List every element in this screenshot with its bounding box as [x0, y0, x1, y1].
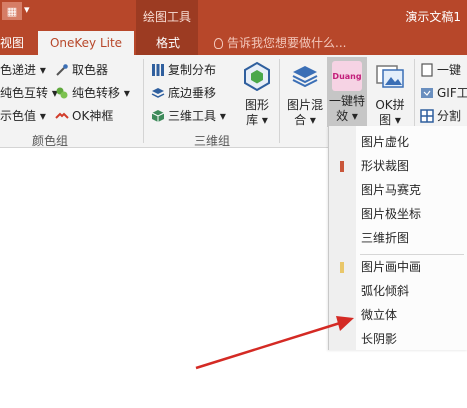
- solid-color-transfer-button[interactable]: 纯色转移 ▾: [55, 83, 130, 103]
- grid-icon[interactable]: ▦: [2, 2, 22, 20]
- menu-item-shape-crop[interactable]: 形状裁图: [329, 154, 467, 178]
- color-group-label: 颜色组: [32, 134, 69, 148]
- menu-item-3d-fold[interactable]: 三维折图: [329, 226, 467, 250]
- tab-onekey-lite[interactable]: OneKey Lite: [38, 31, 134, 55]
- shape-library-label-line1: 图形: [244, 98, 269, 112]
- copy-distribute-label: 复制分布: [168, 63, 217, 77]
- ok-frame-icon: [55, 112, 69, 119]
- menu-item-label: 弧化倾斜: [361, 284, 410, 298]
- ok-collage-button[interactable]: OK拼 图 ▾: [370, 59, 410, 128]
- menu-item-picture-in-picture[interactable]: 图片画中画: [329, 255, 467, 279]
- onekey-right-button[interactable]: 一键: [420, 60, 461, 80]
- red-marker-icon: [340, 161, 344, 172]
- shape-library-button[interactable]: 图形 库 ▾: [238, 59, 276, 128]
- image-mix-label-line2: 合 ▾: [294, 113, 316, 127]
- 3d-tools-label: 三维工具 ▾: [168, 109, 226, 123]
- window-title: 演示文稿1: [405, 10, 461, 24]
- hexagon-icon: [244, 61, 270, 92]
- yellow-marker-icon: [340, 262, 344, 273]
- image-mix-label-line1: 图片混: [286, 98, 323, 112]
- tab-format[interactable]: 格式: [146, 31, 190, 55]
- image-mix-button[interactable]: 图片混 合 ▾: [284, 59, 326, 128]
- menu-item-label: 图片极坐标: [361, 207, 422, 221]
- menu-item-image-polar[interactable]: 图片极坐标: [329, 202, 467, 226]
- menu-item-label: 三维折图: [361, 231, 410, 245]
- stack-layers-icon: [151, 88, 165, 98]
- show-color-value-button[interactable]: 示色值 ▾: [0, 106, 46, 126]
- menu-item-image-blur[interactable]: 图片虚化: [329, 130, 467, 154]
- gif-icon: [421, 88, 433, 98]
- onekey-effect-dropdown-menu: 图片虚化 形状裁图 图片马赛克 图片极坐标 三维折图 图片画中画 弧化倾斜 微立…: [328, 126, 467, 350]
- duang-icon: Duang: [332, 61, 362, 91]
- color-gradient-label: 色递进 ▾: [0, 63, 46, 77]
- drawing-tools-title: 绘图工具: [142, 10, 191, 24]
- tell-me-search[interactable]: 告诉我您想要做什么...: [214, 31, 346, 55]
- cube-icon: [151, 110, 165, 122]
- copy-distribute-icon: [152, 64, 164, 76]
- qat-grid-glyph: ▦: [6, 4, 18, 18]
- split-button[interactable]: 分割: [420, 106, 461, 126]
- menu-item-label: 长阴影: [361, 332, 398, 346]
- eyedropper-icon: [56, 64, 68, 76]
- document-icon: [421, 63, 433, 77]
- color-picker-label: 取色器: [72, 63, 109, 77]
- menu-item-label: 形状裁图: [361, 159, 410, 173]
- ok-frame-label: OK神框: [72, 109, 114, 123]
- 3d-tools-button[interactable]: 三维工具 ▾: [151, 106, 226, 126]
- onekey-effect-button[interactable]: Duang 一键特 效 ▾: [327, 57, 367, 127]
- color-blobs-icon: [56, 87, 68, 99]
- gif-tool-label: GIF工: [437, 86, 467, 100]
- ok-collage-label-line1: OK拼: [375, 98, 405, 112]
- group-separator: [143, 59, 144, 143]
- menu-item-label: 微立体: [361, 308, 398, 322]
- menu-item-image-mosaic[interactable]: 图片马赛克: [329, 178, 467, 202]
- show-color-value-label: 示色值 ▾: [0, 109, 46, 123]
- title-bar: ▦ ▾ 绘图工具 演示文稿1 视图 OneKey Lite 格式 告诉我您想要做…: [0, 0, 467, 55]
- bottom-edge-shift-label: 底边垂移: [168, 86, 217, 100]
- arrow-shaft: [195, 321, 341, 370]
- chevron-down-icon[interactable]: ▾: [24, 3, 30, 16]
- split-label: 分割: [437, 109, 462, 123]
- solid-color-transfer-label: 纯色转移 ▾: [72, 86, 130, 100]
- shape-library-label-line2: 库 ▾: [246, 113, 268, 127]
- menu-item-long-shadow[interactable]: 长阴影: [329, 327, 467, 351]
- group-separator: [279, 59, 280, 143]
- layers-icon: [292, 66, 318, 88]
- bottom-edge-shift-button[interactable]: 底边垂移: [151, 83, 216, 103]
- menu-item-label: 图片马赛克: [361, 183, 422, 197]
- color-gradient-button[interactable]: 色递进 ▾: [0, 60, 46, 80]
- menu-item-label: 图片画中画: [361, 260, 422, 274]
- tell-me-placeholder: 告诉我您想要做什么...: [227, 36, 347, 50]
- menu-item-label: 图片虚化: [361, 135, 410, 149]
- lightbulb-icon: [214, 37, 223, 49]
- duang-badge: Duang: [332, 71, 362, 81]
- tab-view[interactable]: 视图: [0, 31, 24, 55]
- menu-item-arc-tilt[interactable]: 弧化倾斜: [329, 279, 467, 303]
- gif-tool-button[interactable]: GIF工: [420, 83, 467, 103]
- onekey-effect-label-line1: 一键特: [328, 94, 365, 108]
- color-picker-button[interactable]: 取色器: [55, 60, 108, 80]
- ok-frame-button[interactable]: OK神框: [55, 106, 113, 126]
- split-grid-icon: [420, 109, 434, 123]
- image-collage-icon: [376, 65, 404, 88]
- solid-color-swap-label: 纯色互转 ▾: [0, 86, 58, 100]
- 3d-group-label: 三维组: [194, 134, 231, 148]
- onekey-right-label: 一键: [437, 63, 462, 77]
- solid-color-swap-button[interactable]: 纯色互转 ▾: [0, 83, 58, 103]
- onekey-effect-label-line2: 效 ▾: [336, 109, 358, 123]
- copy-distribute-button[interactable]: 复制分布: [151, 60, 216, 80]
- menu-item-micro-3d[interactable]: 微立体: [329, 303, 467, 327]
